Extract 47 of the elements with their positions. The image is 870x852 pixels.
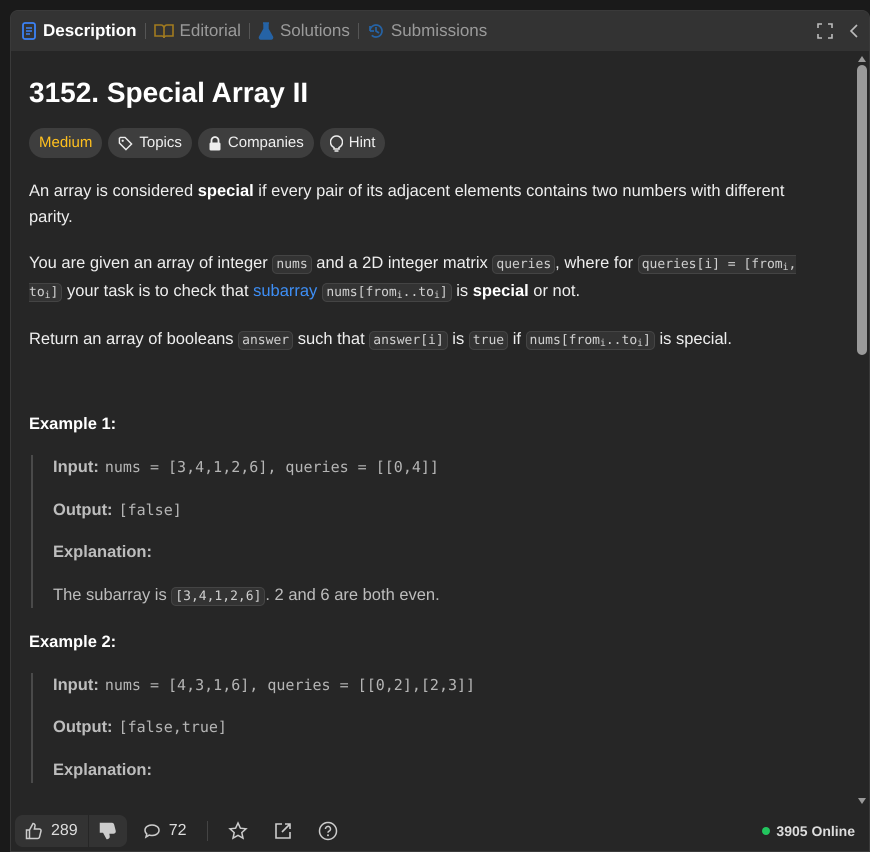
thumbs-up-icon [25, 822, 43, 840]
tag-chip[interactable]: Topics [108, 128, 192, 158]
example-explanation: The subarray is [3,4,1,2,6] . 2 and 6 are both even. [53, 585, 441, 608]
example-label: Output: [53, 717, 113, 738]
book-icon [154, 23, 174, 39]
scroll-down-icon[interactable] [857, 797, 867, 805]
tag-icon [118, 136, 134, 150]
help-icon[interactable] [318, 821, 338, 841]
history-icon [366, 22, 385, 40]
tab[interactable]: Description [21, 18, 137, 44]
share-icon[interactable] [274, 822, 292, 840]
scrollbar-thumb[interactable] [857, 65, 867, 355]
star-icon[interactable] [228, 821, 248, 841]
comments-button[interactable]: 72 [142, 819, 186, 843]
online-status-dot [762, 827, 770, 835]
tab[interactable]: Editorial [154, 18, 241, 44]
paragraph: You are given an array of integer nums and a 2D integer matrix queries , where for queries[i] = [from$_{i}$, to$_{i}$] your task is to check that subarray nums[from$_{i}$..to$_{i}$] is special or not. [29, 253, 798, 304]
example-label: Output: [53, 500, 113, 520]
collapse-icon[interactable] [849, 23, 859, 39]
example-value: [false,true] [118, 717, 227, 738]
difficulty-badge[interactable]: Medium [29, 128, 102, 158]
problem-title: 3152. Special Array II [29, 76, 310, 110]
example-heading: Example 2: [29, 632, 118, 653]
example-label: Input: [53, 674, 99, 696]
paragraph: An array is considered special if every pair of its adjacent elements contains two numbers with different parity. [29, 181, 786, 228]
example-value: nums = [3,4,1,2,6], queries = [[0,4]] [104, 456, 439, 478]
online-count: 3905 Online [776, 822, 855, 840]
comment-icon [142, 823, 161, 839]
example-value: nums = [4,3,1,6], queries = [[0,2],[2,3]] [104, 674, 476, 696]
document-icon [21, 22, 37, 40]
fullscreen-icon[interactable] [817, 23, 833, 39]
tab[interactable]: Solutions [258, 18, 350, 44]
lock-icon [208, 136, 222, 150]
example-heading: Example 1: [29, 414, 118, 435]
example-label: Explanation: [53, 542, 154, 564]
lightbulb-icon [330, 134, 343, 152]
flask-icon [258, 22, 274, 40]
example-label: Explanation: [53, 760, 154, 781]
tab[interactable]: Submissions [366, 18, 488, 44]
example-value: [false] [118, 500, 182, 520]
example-label: Input: [53, 456, 99, 478]
tag-chip[interactable]: Hint [320, 128, 386, 158]
tag-chip[interactable]: Companies [198, 128, 314, 158]
paragraph: Return an array of booleans answer such that answer[i] is true if nums[from$_{i}$..to$_{i}$] is special. [29, 329, 733, 352]
scroll-up-icon[interactable] [857, 55, 867, 63]
subarray-link[interactable]: subarray [253, 282, 318, 300]
thumbs-down-icon [98, 822, 117, 840]
